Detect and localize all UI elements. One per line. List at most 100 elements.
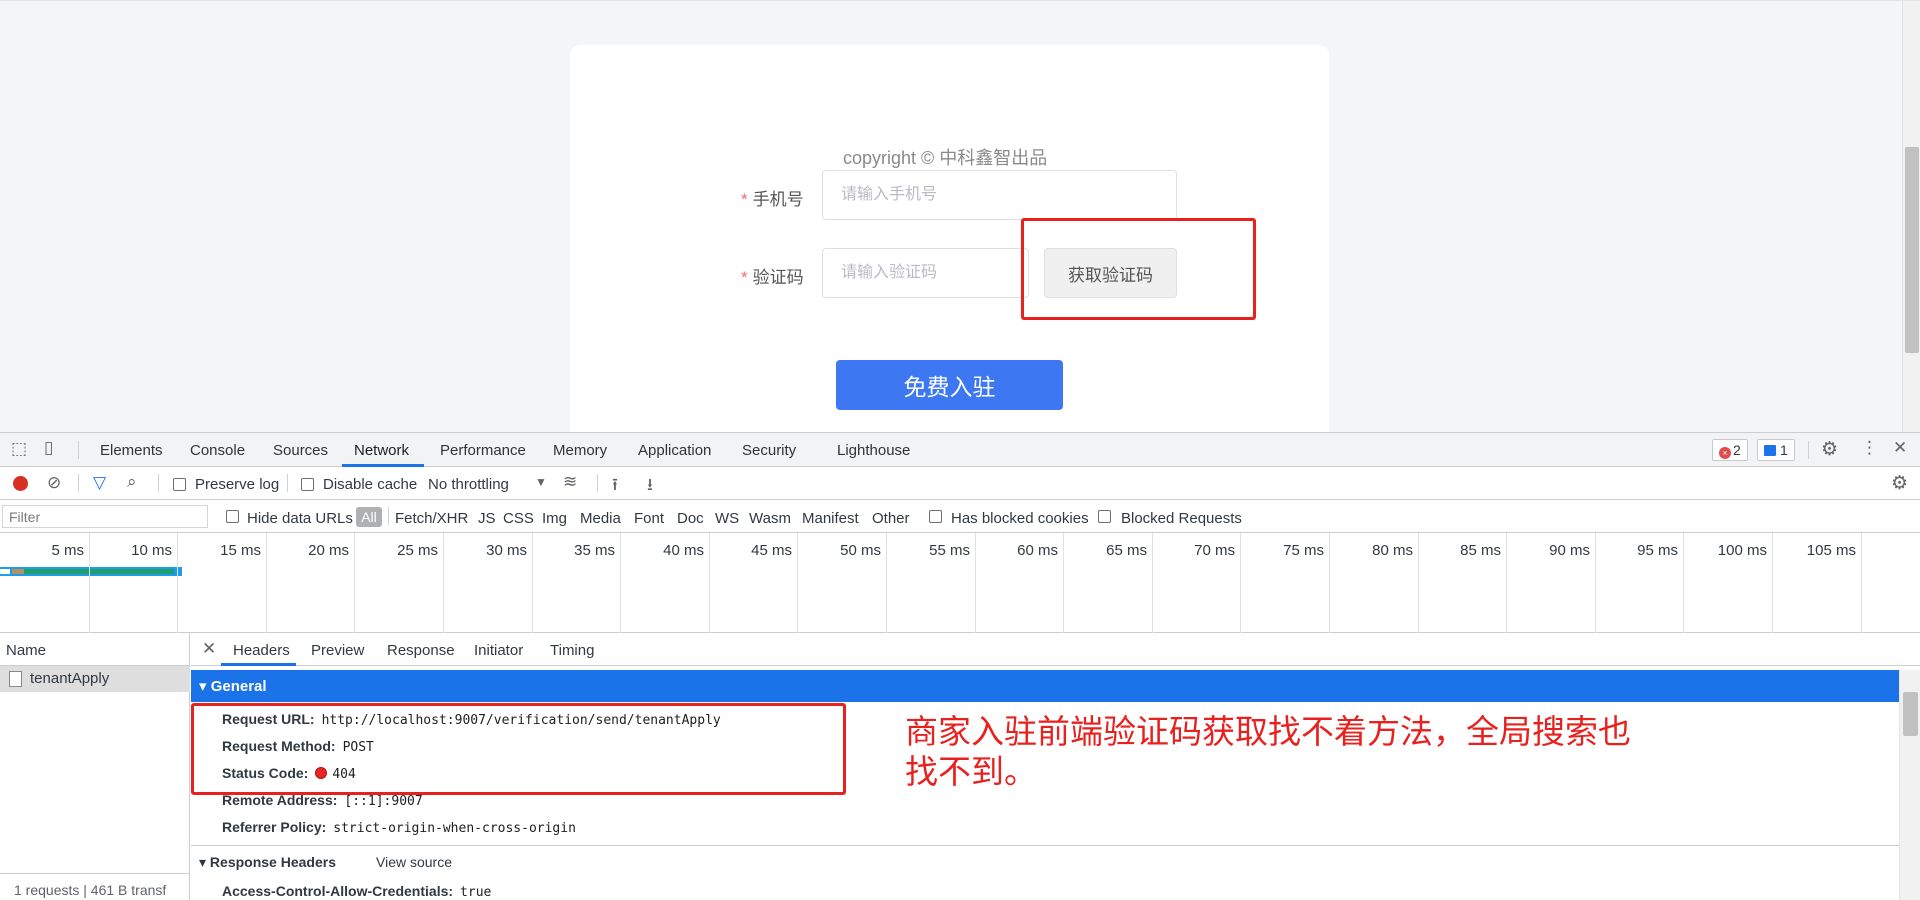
detail-scrollbar[interactable] (1899, 670, 1920, 900)
type-filter-wasm[interactable]: Wasm (749, 510, 791, 527)
timeline-tick-label: 50 ms (840, 542, 881, 559)
type-filter-all[interactable]: All (356, 507, 382, 527)
close-detail-icon[interactable]: ✕ (202, 639, 216, 659)
timeline-gridline (1329, 533, 1330, 633)
waterfall-bar-queue (0, 569, 10, 574)
tab-preview[interactable]: Preview (311, 642, 364, 659)
document-icon (9, 671, 22, 687)
timeline-tick-label: 105 ms (1806, 542, 1856, 559)
gear-icon[interactable]: ⚙ (1821, 438, 1838, 461)
timeline-gridline (620, 533, 621, 633)
type-filter-img[interactable]: Img (542, 510, 567, 527)
request-row[interactable]: tenantApply (0, 666, 190, 692)
tab-headers[interactable]: Headers (233, 642, 290, 659)
copyright-text: copyright © 中科鑫智出品 (843, 148, 1048, 168)
disable-cache-checkbox[interactable] (301, 478, 314, 491)
record-icon[interactable] (13, 476, 28, 491)
timeline-tick-label: 40 ms (663, 542, 704, 559)
download-icon[interactable]: ⭳ (647, 472, 653, 501)
response-headers-header[interactable]: ▾ Response Headers (199, 854, 336, 871)
throttling-select[interactable]: No throttling (428, 476, 509, 493)
close-icon[interactable]: ✕ (1893, 438, 1907, 458)
required-mark: * (741, 268, 748, 287)
filter-input[interactable] (2, 505, 208, 528)
annotation-box-code-button (1021, 218, 1256, 320)
type-filter-ws[interactable]: WS (715, 510, 739, 527)
preserve-log-label: Preserve log (195, 476, 280, 493)
filter-icon[interactable]: ▽ (93, 473, 106, 493)
network-overview-timeline[interactable]: 5 ms 10 ms 15 ms 20 ms 25 ms 30 ms 35 ms 40 ms 4… (0, 533, 1920, 633)
error-count-badge[interactable]: × 2 (1712, 439, 1748, 461)
network-settings-gear-icon[interactable]: ⚙ (1891, 472, 1908, 495)
tab-elements[interactable]: Elements (100, 442, 163, 459)
timeline-tick-label: 100 ms (1717, 542, 1767, 559)
more-options-icon[interactable]: ⋮ (1861, 438, 1878, 458)
search-icon[interactable]: ⌕ (127, 472, 137, 492)
timeline-tick-label: 15 ms (220, 542, 261, 559)
page-scrollbar-thumb[interactable] (1905, 147, 1919, 353)
hide-data-urls-checkbox[interactable] (226, 510, 239, 523)
code-label: * 验证码 (741, 263, 804, 288)
clear-icon[interactable]: ⊘ (47, 473, 61, 493)
tab-security[interactable]: Security (742, 442, 796, 459)
tab-console[interactable]: Console (190, 442, 245, 459)
network-conditions-icon[interactable]: ≋ (563, 472, 577, 492)
view-source-link[interactable]: View source (376, 854, 452, 870)
type-filter-media[interactable]: Media (580, 510, 621, 527)
timeline-gridline (354, 533, 355, 633)
message-count-badge[interactable]: 1 (1757, 439, 1795, 461)
tab-performance[interactable]: Performance (440, 442, 526, 459)
page-scrollbar[interactable] (1902, 1, 1920, 433)
tab-initiator[interactable]: Initiator (474, 642, 523, 659)
type-filter-fetch-xhr[interactable]: Fetch/XHR (395, 510, 468, 527)
tab-application[interactable]: Application (638, 442, 711, 459)
name-column-header[interactable]: Name (0, 633, 190, 666)
upload-icon[interactable]: ⭱ (612, 472, 618, 501)
device-toolbar-icon[interactable]: ▯ (44, 438, 53, 458)
active-detail-tab-indicator (221, 663, 296, 666)
type-filter-css[interactable]: CSS (503, 510, 534, 527)
phone-input[interactable] (822, 170, 1177, 220)
tab-sources[interactable]: Sources (273, 442, 328, 459)
timeline-tick-label: 95 ms (1637, 542, 1678, 559)
timeline-tick-label: 110 (1874, 542, 1920, 559)
timeline-gridline (975, 533, 976, 633)
type-filter-doc[interactable]: Doc (677, 510, 704, 527)
timeline-tick-label: 35 ms (574, 542, 615, 559)
timeline-gridline (443, 533, 444, 633)
timeline-gridline (1683, 533, 1684, 633)
response-headers-title: Response Headers (209, 854, 336, 870)
request-summary: 1 requests | 461 B transf (0, 873, 190, 900)
tab-response[interactable]: Response (387, 642, 455, 659)
timeline-gridline (89, 533, 90, 633)
toolbar-separator (158, 474, 159, 492)
type-filter-js[interactable]: JS (478, 510, 496, 527)
submit-button[interactable]: 免费入驻 (836, 360, 1063, 410)
type-filter-other[interactable]: Other (872, 510, 910, 527)
tab-memory[interactable]: Memory (553, 442, 607, 459)
tab-timing[interactable]: Timing (550, 642, 594, 659)
timeline-gridline (1772, 533, 1773, 633)
tab-lighthouse[interactable]: Lighthouse (837, 442, 910, 459)
timeline-tick-label: 65 ms (1106, 542, 1147, 559)
timeline-tick-label: 10 ms (131, 542, 172, 559)
timeline-tick-label: 75 ms (1283, 542, 1324, 559)
code-input[interactable] (822, 248, 1029, 298)
header-value: strict-origin-when-cross-origin (333, 821, 576, 836)
error-count: 2 (1733, 442, 1741, 458)
inspect-element-icon[interactable]: ⬚ (11, 439, 27, 459)
page-area: copyright © 中科鑫智出品 *手机号 *验证码 获取验证码 免费入驻 (0, 0, 1920, 445)
type-filter-manifest[interactable]: Manifest (802, 510, 859, 527)
code-label-text: 验证码 (752, 268, 804, 287)
header-value: [::1]:9007 (344, 794, 423, 809)
type-filter-font[interactable]: Font (634, 510, 664, 527)
chevron-down-icon[interactable]: ▼ (535, 475, 547, 489)
general-section-header[interactable]: ▾ General (191, 670, 1899, 702)
tab-network[interactable]: Network (354, 442, 409, 459)
preserve-log-checkbox[interactable] (173, 478, 186, 491)
detail-scrollbar-thumb[interactable] (1903, 692, 1918, 736)
has-blocked-cookies-checkbox[interactable] (929, 510, 942, 523)
message-count: 1 (1780, 442, 1788, 458)
error-icon: × (1719, 447, 1731, 459)
blocked-requests-checkbox[interactable] (1098, 510, 1111, 523)
